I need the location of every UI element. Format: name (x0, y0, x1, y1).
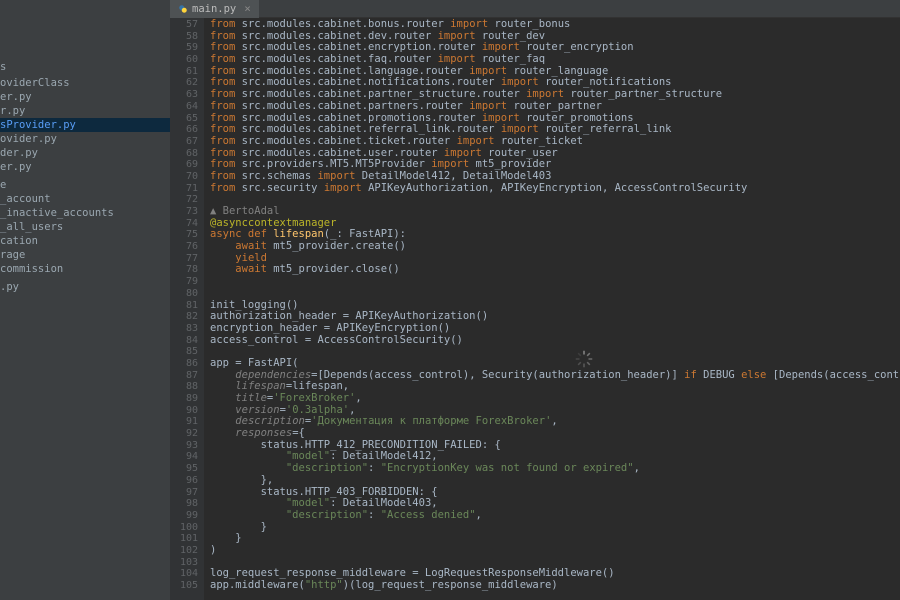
code-line[interactable] (210, 288, 900, 300)
sidebar-item[interactable]: e (0, 178, 170, 192)
project-sidebar[interactable]: soviderClasser.pyr.pysProvider.pyovider.… (0, 0, 170, 600)
sidebar-item[interactable]: er.py (0, 160, 170, 174)
line-number: 87– (170, 370, 198, 382)
line-number: 89 (170, 393, 198, 405)
line-number: 66 (170, 124, 198, 136)
line-gutter: 5758596061626364656667686970717273747576… (170, 18, 204, 600)
sidebar-item[interactable]: cation (0, 234, 170, 248)
line-number: 104 (170, 568, 198, 580)
line-number: 73 (170, 206, 198, 218)
line-number: 59 (170, 42, 198, 54)
sidebar-item[interactable]: _account (0, 192, 170, 206)
sidebar-item[interactable]: _all_users (0, 220, 170, 234)
code-line[interactable]: } (210, 533, 900, 545)
code-line[interactable] (210, 346, 900, 358)
line-number: 60 (170, 54, 198, 66)
line-number: 86 (170, 358, 198, 370)
line-number: 68 (170, 148, 198, 160)
line-number: 67 (170, 136, 198, 148)
line-number: 63 (170, 89, 198, 101)
code-line[interactable]: from src.modules.cabinet.faq.router impo… (210, 54, 900, 66)
line-number: 71 (170, 183, 198, 195)
code-line[interactable]: encryption_header = APIKeyEncryption() (210, 323, 900, 335)
line-number: 92– (170, 428, 198, 440)
line-number: 103 (170, 557, 198, 569)
line-number: 94 (170, 451, 198, 463)
line-number: 101 (170, 533, 198, 545)
line-number: 81 (170, 300, 198, 312)
line-number: 84 (170, 335, 198, 347)
sidebar-item[interactable]: sProvider.py (0, 118, 170, 132)
line-number: 62 (170, 77, 198, 89)
sidebar-item[interactable]: rage (0, 248, 170, 262)
line-number: 69 (170, 159, 198, 171)
python-icon (178, 4, 188, 14)
sidebar-item[interactable]: er.py (0, 90, 170, 104)
line-number: 58 (170, 31, 198, 43)
line-number: 88 (170, 381, 198, 393)
sidebar-item[interactable]: der.py (0, 146, 170, 160)
line-number: 80 (170, 288, 198, 300)
code-line[interactable]: await mt5_provider.create() (210, 241, 900, 253)
code-line[interactable]: "description": "EncryptionKey was not fo… (210, 463, 900, 475)
code-line[interactable] (210, 276, 900, 288)
code-line[interactable]: app.middleware("http")(log_request_respo… (210, 580, 900, 592)
tab-main-py[interactable]: main.py × (170, 0, 259, 18)
line-number: 93– (170, 440, 198, 452)
code-line[interactable]: ) (210, 545, 900, 557)
line-number: 78 (170, 264, 198, 276)
line-number: 70 (170, 171, 198, 183)
code-line[interactable]: description='Документация к платформе Fo… (210, 416, 900, 428)
author-hint: ▲ BertoAdal (210, 205, 280, 217)
line-number: 61 (170, 66, 198, 78)
code-line[interactable]: from src.schemas import DetailModel412, … (210, 171, 900, 183)
line-number: 85 (170, 346, 198, 358)
line-number: 79 (170, 276, 198, 288)
code-line[interactable]: }, (210, 475, 900, 487)
line-number: 57 (170, 19, 198, 31)
line-number: 102 (170, 545, 198, 557)
line-number: 90 (170, 405, 198, 417)
line-number: 77 (170, 253, 198, 265)
code-line[interactable]: access_control = AccessControlSecurity() (210, 335, 900, 347)
code-editor[interactable]: 5758596061626364656667686970717273747576… (170, 18, 900, 600)
sidebar-item[interactable]: oviderClass (0, 76, 170, 90)
line-number: 65 (170, 113, 198, 125)
code-line[interactable]: app = FastAPI( (210, 358, 900, 370)
sidebar-item[interactable]: s (0, 60, 170, 74)
line-number: 96 (170, 475, 198, 487)
line-number: 72 (170, 194, 198, 206)
line-number: 64 (170, 101, 198, 113)
code-line[interactable]: await mt5_provider.close() (210, 264, 900, 276)
line-number: 98 (170, 498, 198, 510)
sidebar-item[interactable]: .py (0, 280, 170, 294)
sidebar-item[interactable]: r.py (0, 104, 170, 118)
sidebar-item[interactable]: ovider.py (0, 132, 170, 146)
code-area[interactable]: from src.modules.cabinet.bonus.router im… (204, 18, 900, 600)
line-number: 91 (170, 416, 198, 428)
line-number: 76– (170, 241, 198, 253)
code-line[interactable]: from src.modules.cabinet.partners.router… (210, 101, 900, 113)
line-number: 105 (170, 580, 198, 592)
code-line[interactable]: "description": "Access denied", (210, 510, 900, 522)
sidebar-item[interactable]: commission (0, 262, 170, 276)
sidebar-item[interactable]: _inactive_accounts (0, 206, 170, 220)
code-line[interactable] (210, 194, 900, 206)
code-line[interactable]: responses={ (210, 428, 900, 440)
line-number: 99 (170, 510, 198, 522)
line-number: 83 (170, 323, 198, 335)
line-number: 82 (170, 311, 198, 323)
close-icon[interactable]: × (244, 2, 251, 15)
tab-label: main.py (192, 3, 236, 15)
line-number: 100 (170, 522, 198, 534)
code-line[interactable]: from src.modules.cabinet.ticket.router i… (210, 136, 900, 148)
tab-bar: main.py × (170, 0, 900, 18)
line-number: 95 (170, 463, 198, 475)
line-number: 74 (170, 218, 198, 230)
code-line[interactable]: from src.security import APIKeyAuthoriza… (210, 183, 900, 195)
code-line[interactable]: } (210, 522, 900, 534)
line-number: 75 (170, 229, 198, 241)
line-number: 97– (170, 487, 198, 499)
code-line[interactable]: from src.modules.cabinet.bonus.router im… (210, 19, 900, 31)
